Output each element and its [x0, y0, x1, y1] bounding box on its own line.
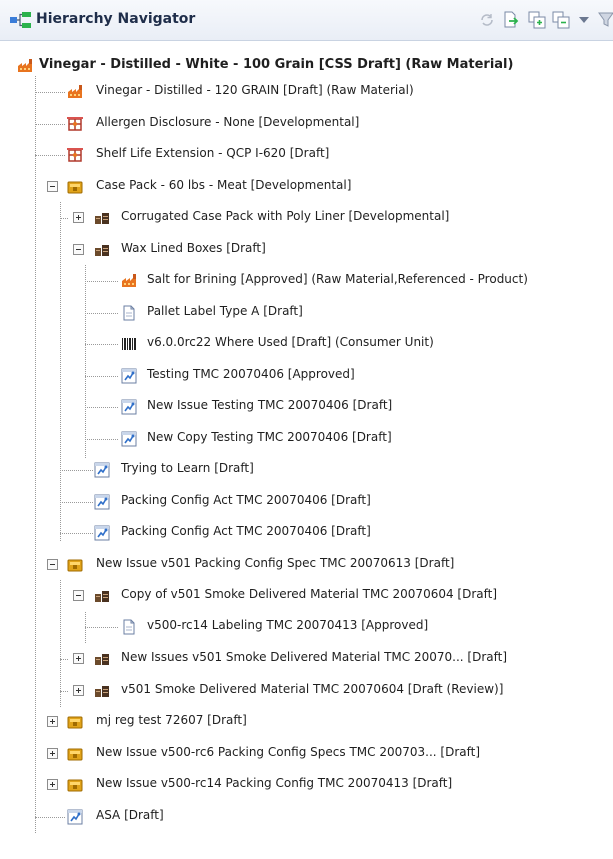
boxes-icon [94, 210, 110, 226]
tree-node[interactable]: New Issues v501 Smoke Delivered Material… [0, 645, 613, 673]
tree-node-label: New Issue v500-rc14 Packing Config TMC 2… [96, 776, 453, 790]
export-icon[interactable] [502, 11, 520, 29]
tree-node[interactable]: v500-rc14 Labeling TMC 20070413 [Approve… [0, 613, 613, 641]
tree-node-label: Vinegar - Distilled - White - 100 Grain … [39, 57, 514, 72]
tree-node[interactable]: Copy of v501 Smoke Delivered Material TM… [0, 582, 613, 610]
collapse-toggle[interactable] [47, 559, 58, 570]
tree-node-label: Corrugated Case Pack with Poly Liner [De… [121, 209, 450, 223]
process-icon [67, 147, 83, 163]
tree-node[interactable]: Pallet Label Type A [Draft] [0, 299, 613, 327]
tree-node-label: ASA [Draft] [96, 808, 164, 822]
hierarchy-navigator-panel: Hierarchy Navigator Vinegar - Distilled … [0, 0, 613, 859]
tree-node-label: v501 Smoke Delivered Material TMC 200706… [121, 682, 504, 696]
tree-node-label: Wax Lined Boxes [Draft] [121, 241, 266, 255]
expand-toggle[interactable] [73, 685, 84, 696]
process-icon [67, 116, 83, 132]
tree-node-label: New Issue v500-rc6 Packing Config Specs … [96, 745, 481, 759]
boxes-icon [94, 651, 110, 667]
raw-material-icon [121, 273, 137, 289]
expand-toggle[interactable] [47, 779, 58, 790]
collapse-all-icon[interactable] [552, 11, 570, 29]
tree-node[interactable]: New Issue Testing TMC 20070406 [Draft] [0, 393, 613, 421]
hierarchy-icon [10, 12, 31, 28]
tree-node-label: New Issue v501 Packing Config Spec TMC 2… [96, 556, 455, 570]
document-icon [121, 305, 137, 321]
tree-node-label: Copy of v501 Smoke Delivered Material TM… [121, 587, 498, 601]
tree-node[interactable]: New Issue v501 Packing Config Spec TMC 2… [0, 551, 613, 579]
tree-node[interactable]: Salt for Brining [Approved] (Raw Materia… [0, 267, 613, 295]
spec-icon [94, 525, 110, 541]
tree-node[interactable]: Packing Config Act TMC 20070406 [Draft] [0, 519, 613, 547]
case-pack-icon [67, 714, 83, 730]
case-pack-icon [67, 777, 83, 793]
collapse-toggle[interactable] [73, 590, 84, 601]
spec-icon [121, 399, 137, 415]
tree-node[interactable]: Testing TMC 20070406 [Approved] [0, 362, 613, 390]
spec-icon [94, 462, 110, 478]
tree-node[interactable]: Vinegar - Distilled - 120 GRAIN [Draft] … [0, 78, 613, 106]
boxes-icon [94, 683, 110, 699]
tree-node-label: mj reg test 72607 [Draft] [96, 713, 247, 727]
expand-toggle[interactable] [47, 748, 58, 759]
boxes-icon [94, 588, 110, 604]
tree-node-label: Packing Config Act TMC 20070406 [Draft] [121, 524, 371, 538]
case-pack-icon [67, 557, 83, 573]
case-pack-icon [67, 746, 83, 762]
spec-icon [94, 494, 110, 510]
spec-icon [67, 809, 83, 825]
tree-node[interactable]: Allergen Disclosure - None [Developmenta… [0, 110, 613, 138]
tree-node-label: v6.0.0rc22 Where Used [Draft] (Consumer … [147, 335, 434, 349]
tree-node-label: Shelf Life Extension - QCP I-620 [Draft] [96, 146, 330, 160]
tree-node[interactable]: mj reg test 72607 [Draft] [0, 708, 613, 736]
dropdown-icon[interactable] [575, 11, 593, 29]
spec-icon [121, 368, 137, 384]
tree-node[interactable]: ASA [Draft] [0, 803, 613, 831]
tree-node[interactable]: New Issue v500-rc14 Packing Config TMC 2… [0, 771, 613, 799]
expand-all-icon[interactable] [528, 11, 546, 29]
collapse-toggle[interactable] [47, 181, 58, 192]
panel-title: Hierarchy Navigator [36, 11, 196, 27]
tree-node-root[interactable]: Vinegar - Distilled - White - 100 Grain … [0, 52, 613, 80]
tree-node-label: Trying to Learn [Draft] [121, 461, 254, 475]
tree-node-label: New Copy Testing TMC 20070406 [Draft] [147, 430, 392, 444]
filter-icon[interactable] [597, 11, 613, 29]
tree-node-label: Salt for Brining [Approved] (Raw Materia… [147, 272, 528, 286]
tree-node[interactable]: New Copy Testing TMC 20070406 [Draft] [0, 425, 613, 453]
tree-node[interactable]: New Issue v500-rc6 Packing Config Specs … [0, 740, 613, 768]
expand-toggle[interactable] [73, 653, 84, 664]
tree-node[interactable]: Packing Config Act TMC 20070406 [Draft] [0, 488, 613, 516]
tree-node[interactable]: Wax Lined Boxes [Draft] [0, 236, 613, 264]
tree-node-label: Case Pack - 60 lbs - Meat [Developmental… [96, 178, 352, 192]
document-icon [121, 619, 137, 635]
panel-header: Hierarchy Navigator [0, 0, 613, 41]
expand-toggle[interactable] [73, 212, 84, 223]
tree-node-label: Testing TMC 20070406 [Approved] [147, 367, 355, 381]
tree-node[interactable]: Case Pack - 60 lbs - Meat [Developmental… [0, 173, 613, 201]
tree-node[interactable]: Trying to Learn [Draft] [0, 456, 613, 484]
collapse-toggle[interactable] [73, 244, 84, 255]
tree-node-label: v500-rc14 Labeling TMC 20070413 [Approve… [147, 618, 429, 632]
tree-node[interactable]: Shelf Life Extension - QCP I-620 [Draft] [0, 141, 613, 169]
expand-toggle[interactable] [47, 716, 58, 727]
tree-node[interactable]: v501 Smoke Delivered Material TMC 200706… [0, 677, 613, 705]
tree-node-label: Pallet Label Type A [Draft] [147, 304, 303, 318]
spec-icon [121, 431, 137, 447]
tree-node[interactable]: Corrugated Case Pack with Poly Liner [De… [0, 204, 613, 232]
barcode-icon [121, 336, 137, 352]
raw-material-icon [17, 58, 33, 74]
boxes-icon [94, 242, 110, 258]
tree-node-label: New Issues v501 Smoke Delivered Material… [121, 650, 508, 664]
tree-node-label: Packing Config Act TMC 20070406 [Draft] [121, 493, 371, 507]
case-pack-icon [67, 179, 83, 195]
raw-material-icon [67, 84, 83, 100]
refresh-icon[interactable] [478, 11, 496, 29]
tree-node-label: Allergen Disclosure - None [Developmenta… [96, 115, 360, 129]
tree-node[interactable]: v6.0.0rc22 Where Used [Draft] (Consumer … [0, 330, 613, 358]
tree-node-label: Vinegar - Distilled - 120 GRAIN [Draft] … [96, 83, 414, 97]
tree-node-label: New Issue Testing TMC 20070406 [Draft] [147, 398, 393, 412]
